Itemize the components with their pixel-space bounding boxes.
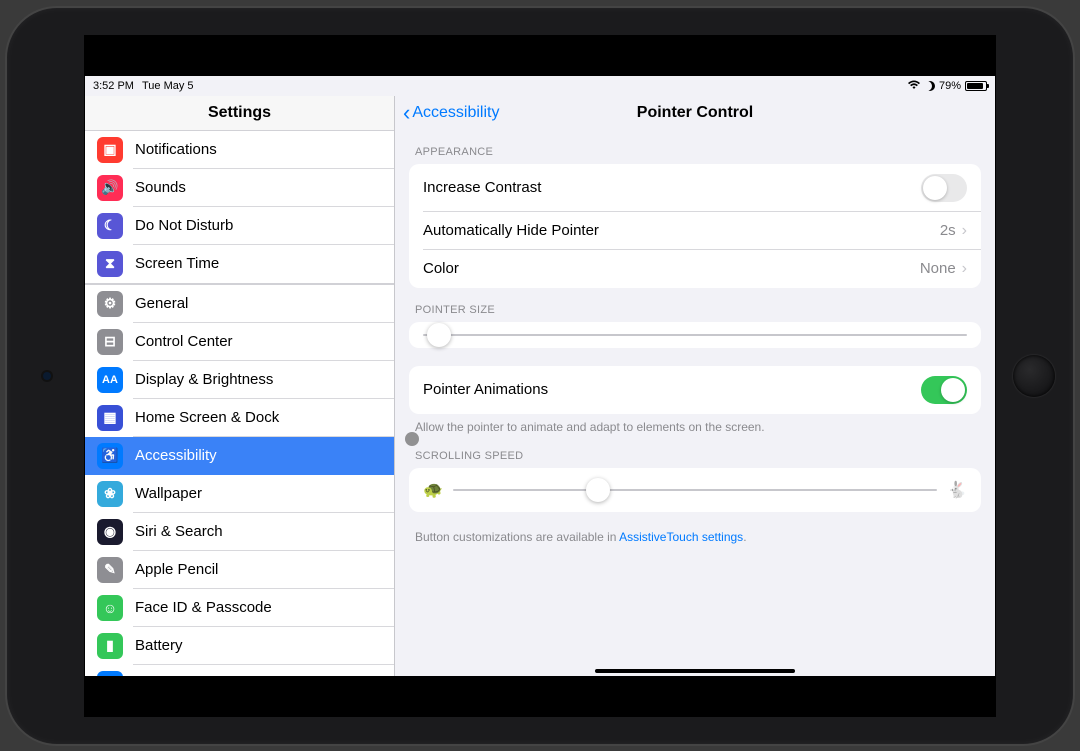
sidebar-item-face-id-passcode[interactable]: ☺ Face ID & Passcode xyxy=(85,589,394,627)
sidebar-item-home-screen-dock[interactable]: ▦ Home Screen & Dock xyxy=(85,399,394,437)
sidebar-item-screen-time[interactable]: ⧗ Screen Time xyxy=(85,245,394,283)
sidebar-item-notifications[interactable]: ▣ Notifications xyxy=(85,131,394,169)
sidebar-item-label: Siri & Search xyxy=(135,523,223,540)
front-camera xyxy=(43,372,51,380)
chevron-right-icon: › xyxy=(962,260,967,278)
siri-search-icon: ◉ xyxy=(97,519,123,545)
sidebar-item-label: Notifications xyxy=(135,141,217,158)
pointer-cursor xyxy=(405,432,419,446)
pointer-animations-toggle[interactable] xyxy=(921,376,967,404)
battery-percent: 79% xyxy=(939,80,961,92)
do-not-disturb-icon: ☾ xyxy=(97,213,123,239)
sidebar-item-label: Wallpaper xyxy=(135,485,202,502)
scrolling-speed-slider[interactable] xyxy=(453,489,937,491)
increase-contrast-toggle[interactable] xyxy=(921,174,967,202)
sidebar-item-battery[interactable]: ▮ Battery xyxy=(85,627,394,665)
display-brightness-icon: AA xyxy=(97,367,123,393)
sidebar-item-apple-pencil[interactable]: ✎ Apple Pencil xyxy=(85,551,394,589)
sidebar-item-display-brightness[interactable]: AA Display & Brightness xyxy=(85,361,394,399)
section-header-scrolling: SCROLLING SPEED xyxy=(395,440,995,468)
assistivetouch-link[interactable]: AssistiveTouch settings xyxy=(619,530,743,544)
face-id-passcode-icon: ☺ xyxy=(97,595,123,621)
sounds-icon: 🔊 xyxy=(97,175,123,201)
wallpaper-icon: ❀ xyxy=(97,481,123,507)
animations-help-text: Allow the pointer to animate and adapt t… xyxy=(395,414,995,440)
appearance-group: Increase Contrast Automatically Hide Poi… xyxy=(409,164,981,288)
control-center-icon: ⊟ xyxy=(97,329,123,355)
chevron-right-icon: › xyxy=(962,222,967,240)
sidebar-item-label: Display & Brightness xyxy=(135,371,273,388)
wifi-icon xyxy=(907,79,921,93)
row-auto-hide[interactable]: Automatically Hide Pointer 2s› xyxy=(409,212,981,250)
section-header-pointer-size: POINTER SIZE xyxy=(395,288,995,322)
general-icon: ⚙ xyxy=(97,291,123,317)
rabbit-icon: 🐇 xyxy=(947,480,967,500)
sidebar-item-label: Battery xyxy=(135,637,183,654)
sidebar-item-label: Accessibility xyxy=(135,447,217,464)
row-increase-contrast[interactable]: Increase Contrast xyxy=(409,164,981,212)
battery-icon: ▮ xyxy=(97,633,123,659)
sidebar-item-label: Apple Pencil xyxy=(135,561,218,578)
sidebar-title: Settings xyxy=(85,96,394,130)
sidebar-item-general[interactable]: ⚙ General xyxy=(85,285,394,323)
home-indicator[interactable] xyxy=(595,669,795,673)
scrolling-speed-slider-container: 🐢 🐇 xyxy=(409,468,981,512)
sidebar-item-label: General xyxy=(135,295,188,312)
sidebar-item-control-center[interactable]: ⊟ Control Center xyxy=(85,323,394,361)
status-bar: 3:52 PM Tue May 5 79% xyxy=(85,76,995,96)
turtle-icon: 🐢 xyxy=(423,480,443,500)
ipad-frame: 3:52 PM Tue May 5 79% Settings ▣ Notifica… xyxy=(5,6,1075,746)
sidebar-item-label: Screen Time xyxy=(135,255,219,272)
sidebar-item-label: Sounds xyxy=(135,179,186,196)
back-button[interactable]: ‹ Accessibility xyxy=(403,102,499,124)
row-color[interactable]: Color None› xyxy=(409,250,981,288)
accessibility-icon: ♿ xyxy=(97,443,123,469)
os-area: 3:52 PM Tue May 5 79% Settings ▣ Notifica… xyxy=(85,76,995,676)
back-label: Accessibility xyxy=(412,104,499,122)
status-date: Tue May 5 xyxy=(142,80,194,92)
sidebar-item-wallpaper[interactable]: ❀ Wallpaper xyxy=(85,475,394,513)
sidebar-item-label: Control Center xyxy=(135,333,233,350)
sidebar-item-siri-search[interactable]: ◉ Siri & Search xyxy=(85,513,394,551)
sidebar-item-do-not-disturb[interactable]: ☾ Do Not Disturb xyxy=(85,207,394,245)
assistivetouch-footer: Button customizations are available in A… xyxy=(395,512,995,550)
sidebar-item-label: Home Screen & Dock xyxy=(135,409,279,426)
sidebar-item-label: Face ID & Passcode xyxy=(135,599,272,616)
pointer-size-slider-container xyxy=(409,322,981,348)
screen: 3:52 PM Tue May 5 79% Settings ▣ Notifica… xyxy=(84,35,996,717)
sidebar-item-privacy[interactable]: ✋Privacy xyxy=(85,665,394,676)
battery-icon xyxy=(965,81,987,91)
screen-time-icon: ⧗ xyxy=(97,251,123,277)
row-pointer-animations[interactable]: Pointer Animations xyxy=(409,366,981,414)
status-time: 3:52 PM xyxy=(93,80,134,92)
section-header-appearance: APPEARANCE xyxy=(395,130,995,164)
detail-pane[interactable]: ‹ Accessibility Pointer Control APPEARAN… xyxy=(395,96,995,676)
home-screen-dock-icon: ▦ xyxy=(97,405,123,431)
home-button[interactable] xyxy=(1013,355,1055,397)
apple-pencil-icon: ✎ xyxy=(97,557,123,583)
settings-sidebar[interactable]: Settings ▣ Notifications 🔊 Sounds ☾ Do Not Di… xyxy=(85,96,395,676)
sidebar-item-accessibility[interactable]: ♿ Accessibility xyxy=(85,437,394,475)
notifications-icon: ▣ xyxy=(97,137,123,163)
pointer-size-slider[interactable] xyxy=(423,334,967,336)
chevron-left-icon: ‹ xyxy=(403,102,410,124)
sidebar-item-sounds[interactable]: 🔊 Sounds xyxy=(85,169,394,207)
dnd-moon-icon xyxy=(925,81,935,91)
sidebar-item-label: Do Not Disturb xyxy=(135,217,233,234)
